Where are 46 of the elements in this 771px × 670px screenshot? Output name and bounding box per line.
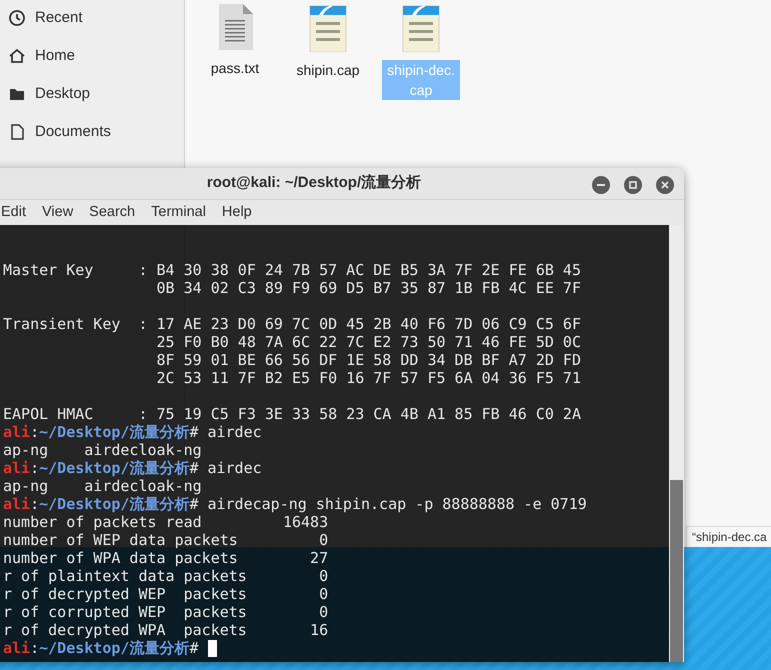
close-button[interactable] [656, 176, 674, 194]
terminal-line: r of corrupted WEP packets 0 [3, 603, 328, 621]
scrollbar-thumb[interactable] [670, 480, 683, 662]
file-name[interactable]: shipin.cap [289, 60, 367, 80]
terminal-line: 2C 53 11 7F B2 E5 F0 16 7F 57 F5 6A 04 36 F5 71 [156, 369, 581, 387]
terminal-line: ali:~/Desktop/流量分析# airdecap-ng shipin.cap -p 88888888 -e 0719 [3, 495, 587, 513]
terminal-line: ali:~/Desktop/流量分析# airdec [3, 459, 262, 477]
terminal-line: ap-ng airdecloak-ng [3, 477, 202, 495]
terminal-line: ap-ng airdecloak-ng [3, 441, 202, 459]
terminal-line: 25 F0 B0 48 7A 6C 22 7C E2 73 50 71 46 FE 5D 0C [156, 333, 581, 351]
terminal-line: 0B 34 02 C3 89 F9 69 D5 B7 35 87 1B FB 4C EE 7F [156, 279, 581, 297]
terminal-line: Master Key : B4 30 38 0F 24 7B 57 AC DE B5 3A 7F 2E FE 6B 45 [3, 261, 581, 279]
terminal-line: r of decrypted WEP packets 0 [3, 585, 328, 603]
terminal-line: 8F 59 01 BE 66 56 DF 1E 58 DD 34 DB BF A7 2D FD [156, 351, 581, 369]
minimize-button[interactable] [592, 176, 610, 194]
maximize-button[interactable] [624, 176, 642, 194]
home-icon [8, 47, 26, 65]
minimize-icon [597, 184, 605, 186]
close-icon [661, 181, 669, 189]
status-label: “shipin-dec.ca [686, 526, 771, 547]
window-title: root@kali: ~/Desktop/流量分析 [206, 173, 422, 194]
terminal-line: ali:~/Desktop/流量分析# airdec [3, 423, 262, 441]
menu-item[interactable]: Edit [1, 202, 26, 224]
sidebar-item[interactable]: Home [0, 45, 184, 67]
maximize-icon [629, 181, 637, 189]
sidebar-item[interactable]: Documents [0, 121, 184, 143]
menu-item[interactable]: Help [222, 202, 252, 224]
terminal-line: number of packets read 16483 [3, 513, 328, 531]
terminal-line: r of decrypted WPA packets 16 [3, 621, 328, 639]
terminal-line: Transient Key : 17 AE 23 D0 69 7C 0D 45 2B 40 F6 7D 06 C9 C5 6F [3, 315, 581, 333]
capture-file-icon[interactable] [402, 4, 440, 52]
terminal-line: r of plaintext data packets 0 [3, 567, 328, 585]
menu-item[interactable]: View [42, 202, 74, 224]
terminal-line: EAPOL HMAC : 75 19 C5 F3 3E 33 58 23 CA 4B A1 85 FB 46 C0 2A [3, 405, 581, 423]
terminal-line: ali:~/Desktop/流量分析# [3, 639, 198, 657]
terminal-line: number of WEP data packets 0 [3, 531, 328, 549]
sidebar-item[interactable]: Desktop [0, 83, 184, 105]
capture-file-icon[interactable] [309, 4, 347, 52]
file-name[interactable]: pass.txt [196, 58, 274, 78]
text-file-icon[interactable] [217, 4, 253, 50]
sidebar-item[interactable]: Recent [0, 7, 184, 29]
terminal-line: number of WPA data packets 27 [3, 549, 328, 567]
scrollbar[interactable] [669, 225, 684, 662]
menu-item[interactable]: Terminal [151, 202, 206, 224]
menu-item[interactable]: Search [89, 202, 136, 224]
clock-icon [8, 9, 26, 27]
